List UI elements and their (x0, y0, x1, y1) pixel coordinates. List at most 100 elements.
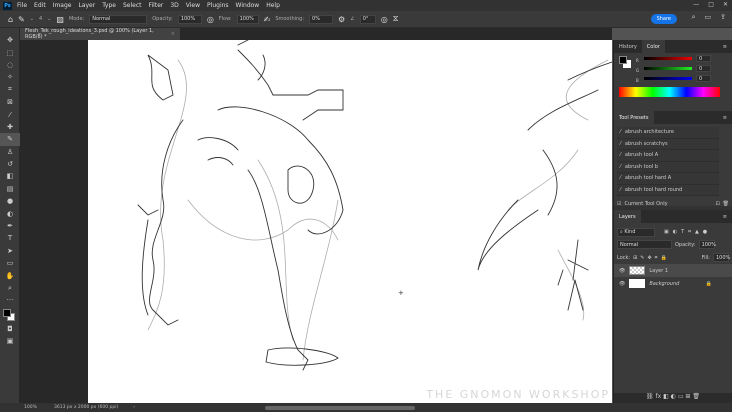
gear-icon[interactable]: ⚙ (338, 15, 345, 24)
layer-row[interactable]: 👁 Layer 1 (614, 264, 732, 277)
blue-slider[interactable] (644, 77, 692, 80)
menu-help[interactable]: Help (266, 2, 280, 9)
new-preset-icon[interactable]: ⊡ (715, 201, 719, 207)
blend-mode-select[interactable]: Normal (617, 240, 672, 249)
menu-edit[interactable]: Edit (34, 2, 46, 9)
brush-icon[interactable]: ✎ (18, 15, 25, 24)
document-tab[interactable]: Flesh_Tek_rough_ideations_3.psd @ 100% (… (20, 28, 180, 40)
rectangle-tool-icon[interactable]: ▭ (0, 257, 20, 269)
menu-file[interactable]: File (17, 2, 27, 9)
menu-plugins[interactable]: Plugins (207, 2, 229, 9)
green-slider[interactable] (644, 67, 692, 70)
menu-select[interactable]: Select (123, 2, 142, 9)
trash-icon[interactable]: 🗑 (723, 201, 729, 207)
healing-brush-icon[interactable]: ✚ (0, 121, 20, 133)
eye-icon[interactable]: 👁 (619, 268, 625, 274)
share-button[interactable]: Share (650, 14, 677, 24)
current-tool-checkbox[interactable]: ☑ (617, 201, 621, 207)
close-tab-icon[interactable]: × (171, 31, 175, 37)
horizontal-scrollbar[interactable] (265, 405, 415, 410)
preset-item[interactable]: ⁄ abrush scratchys (617, 138, 719, 150)
maximize-icon[interactable]: □ (708, 1, 714, 8)
panel-menu-icon[interactable]: ≡ (718, 210, 732, 223)
canvas-area[interactable]: + THE GNOMON WORKSHOP (20, 40, 612, 403)
preset-item[interactable]: ⁄ abrush tool hard A (617, 173, 719, 185)
panel-menu-icon[interactable]: ≡ (718, 111, 732, 124)
symmetry-icon[interactable]: ⧖ (393, 14, 399, 24)
preset-item[interactable]: ⁄ abrush tool b (617, 161, 719, 173)
pressure-size-icon[interactable]: ◎ (381, 15, 388, 24)
history-brush-icon[interactable]: ↺ (0, 158, 20, 170)
layer-opacity-field[interactable]: 100% (698, 240, 716, 249)
layer-filter-select[interactable]: ⌕ Kind (617, 227, 655, 237)
more-tools-icon[interactable]: ··· (0, 294, 20, 306)
opacity-field[interactable]: 100% (177, 14, 202, 24)
foreground-color-swatch[interactable] (619, 56, 627, 64)
flow-field[interactable]: 100% (236, 14, 259, 24)
tool-presets-title[interactable]: Tool Presets (614, 111, 654, 124)
type-tool-icon[interactable]: T (0, 232, 20, 244)
preset-item[interactable]: ⁄ abrush tool hard round (617, 184, 719, 196)
green-value[interactable]: 0 (696, 65, 711, 72)
tab-color[interactable]: Color (641, 40, 665, 53)
document-canvas[interactable]: + THE GNOMON WORKSHOP (88, 40, 612, 403)
filter-icons[interactable]: ▣◐T⌗▲● (664, 229, 711, 235)
zoom-level[interactable]: 100% (24, 405, 54, 410)
dodge-icon[interactable]: ◐ (0, 207, 20, 219)
eraser-icon[interactable]: ◧ (0, 170, 20, 182)
red-value[interactable]: 0 (696, 55, 711, 62)
crop-tool-icon[interactable]: ⌗ (0, 84, 20, 96)
lock-icons[interactable]: ⊞✎✥⌗🔒 (633, 255, 670, 261)
stamp-tool-icon[interactable]: ♙ (0, 146, 20, 158)
panel-menu-icon[interactable]: ≡ (718, 40, 732, 53)
quick-mask-icon[interactable]: ◘ (0, 323, 20, 335)
gradient-icon[interactable]: ▤ (0, 183, 20, 195)
close-icon[interactable]: ✕ (723, 1, 728, 8)
blue-value[interactable]: 0 (696, 75, 711, 82)
menu-layer[interactable]: Layer (78, 2, 95, 9)
layer-actions[interactable]: ⛓ fx ◧ ◐ ▭ ⊞ 🗑 (614, 393, 732, 403)
layers-title[interactable]: Layers (614, 210, 641, 223)
preset-item[interactable]: ⁄ abrush architecture (617, 127, 719, 139)
tab-history[interactable]: History (614, 40, 642, 53)
path-select-icon[interactable]: ➤ (0, 245, 20, 257)
status-arrow-icon[interactable]: › (133, 405, 135, 410)
eyedropper-icon[interactable]: ⁄ (0, 108, 20, 120)
hand-tool-icon[interactable]: ✋ (0, 269, 20, 281)
quick-select-icon[interactable]: ✧ (0, 71, 20, 83)
screen-mode-icon[interactable]: ▣ (0, 335, 20, 347)
minimize-icon[interactable]: — (693, 1, 699, 8)
brush-settings-icon[interactable]: ▨ (56, 15, 64, 24)
menu-filter[interactable]: Filter (149, 2, 164, 9)
workspace-icon[interactable]: ▭ (705, 13, 712, 22)
lasso-tool-icon[interactable]: ◌ (0, 59, 20, 71)
menu-window[interactable]: Window (236, 2, 260, 9)
blur-icon[interactable]: ● (0, 195, 20, 207)
move-tool-icon[interactable]: ✥ (0, 34, 20, 46)
angle-field[interactable]: 0° (359, 14, 376, 24)
pressure-opacity-icon[interactable]: ◎ (207, 15, 214, 24)
brush-size[interactable]: 4 (39, 16, 42, 22)
home-icon[interactable]: ⌂ (8, 15, 13, 24)
fill-field[interactable]: 100% (713, 253, 730, 262)
menu-view[interactable]: View (186, 2, 200, 9)
layer-row[interactable]: 👁 Background 🔒 (614, 277, 732, 290)
eye-icon[interactable]: 👁 (619, 281, 625, 287)
preset-item[interactable]: ⁄ abrush tool A (617, 150, 719, 162)
brush-tool-icon[interactable]: ✎ (0, 133, 20, 146)
red-slider[interactable] (644, 57, 692, 60)
marquee-tool-icon[interactable]: ⬚ (0, 46, 20, 58)
share-icon[interactable]: ⇪ (720, 13, 726, 22)
menu-3d[interactable]: 3D (170, 2, 178, 9)
color-spectrum[interactable] (619, 87, 720, 97)
search-icon[interactable]: ⌕ (692, 13, 696, 22)
frame-tool-icon[interactable]: ⊠ (0, 96, 20, 108)
zoom-tool-icon[interactable]: ⌕ (0, 282, 20, 294)
menu-image[interactable]: Image (53, 2, 72, 9)
airbrush-icon[interactable]: ✍ (264, 15, 271, 24)
pen-icon[interactable]: ✒ (0, 220, 20, 232)
color-swatches[interactable] (0, 307, 19, 323)
smoothing-field[interactable]: 0% (309, 14, 334, 24)
mode-select[interactable]: Normal (89, 14, 148, 24)
menu-type[interactable]: Type (102, 2, 116, 9)
